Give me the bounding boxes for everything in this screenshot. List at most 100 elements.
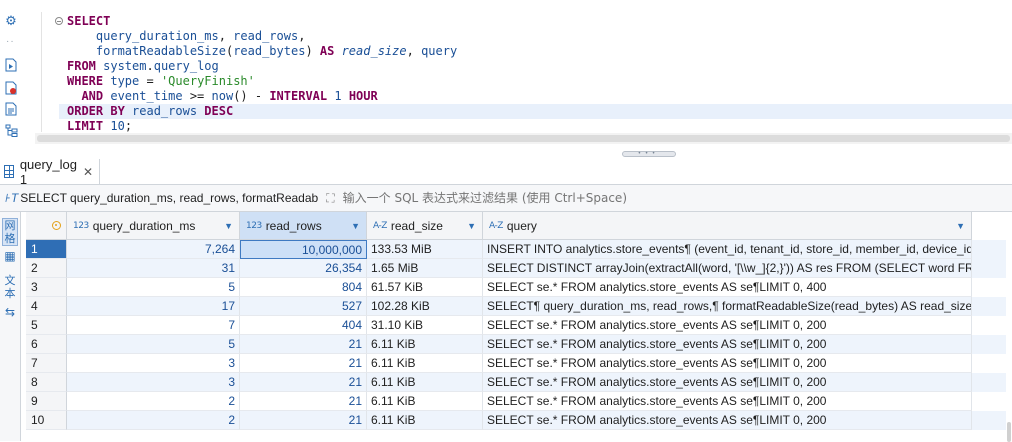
table-row[interactable]: 3 5 804 61.57 KiB SELECT se.* FROM analytics… — [26, 278, 1012, 297]
text-view-button[interactable]: 文本 — [2, 274, 18, 302]
sql-line[interactable]: ORDER BY read_rows DESC — [59, 104, 1012, 119]
row-number[interactable]: 8 — [26, 373, 67, 392]
sql-line[interactable]: LIMIT 10; — [67, 119, 132, 134]
table-cell-query[interactable]: SELECT DISTINCT arrayJoin(extractAll(wor… — [483, 259, 972, 278]
table-row[interactable]: 4 17 527 102.28 KiB SELECT¶ query_duration_m… — [26, 297, 1012, 316]
result-grid[interactable]: 123 query_duration_ms ▼ 123 read_rows ▼ A-Z rea… — [26, 212, 1012, 441]
expand-icon[interactable]: ⛶ — [326, 191, 334, 206]
table-cell-duration[interactable]: 7 — [67, 316, 240, 335]
table-row[interactable]: 2 31 26,354 1.65 MiB SELECT DISTINCT arrayJo… — [26, 259, 1012, 278]
scrollbar-thumb[interactable] — [1007, 422, 1011, 442]
fold-toggle-icon[interactable] — [55, 17, 63, 25]
close-icon[interactable]: ✕ — [83, 165, 93, 179]
column-query-duration-ms-header[interactable]: 123 query_duration_ms ▼ — [67, 212, 240, 240]
filter-settings-icon[interactable]: ⇆ — [2, 306, 18, 322]
tab-query-log-1[interactable]: query_log 1 ✕ — [0, 157, 100, 187]
table-cell-query[interactable]: SELECT¶ query_duration_ms, read_rows,¶ f… — [483, 297, 972, 316]
sql-editor[interactable]: SELECT query_duration_ms, read_rows, for… — [35, 0, 1012, 150]
table-cell-read-size[interactable]: 6.11 KiB — [367, 354, 483, 373]
table-cell-duration[interactable]: 2 — [67, 392, 240, 411]
grid-icon[interactable]: ▦ — [2, 250, 18, 266]
table-cell-query[interactable]: INSERT INTO analytics.store_events¶ (eve… — [483, 240, 972, 259]
grid-vertical-scrollbar[interactable] — [1006, 212, 1012, 442]
table-cell-duration[interactable]: 17 — [67, 297, 240, 316]
table-cell-read-size[interactable]: 6.11 KiB — [367, 392, 483, 411]
column-query-header[interactable]: A-Z query ▼ — [483, 212, 972, 240]
execute-script-icon[interactable] — [3, 57, 19, 73]
table-cell-read-size[interactable]: 1.65 MiB — [367, 259, 483, 278]
panel-splitter[interactable]: ••• — [0, 150, 1012, 159]
table-cell-read-rows[interactable]: 21 — [240, 335, 367, 354]
table-cell-query[interactable]: SELECT se.* FROM analytics.store_events … — [483, 411, 972, 430]
table-cell-query[interactable]: SELECT se.* FROM analytics.store_events … — [483, 278, 972, 297]
sort-arrow-down-icon[interactable]: ▼ — [224, 221, 233, 231]
sql-line[interactable]: query_duration_ms, read_rows, — [67, 29, 306, 44]
table-cell-read-rows[interactable]: 21 — [240, 411, 367, 430]
table-cell-duration[interactable]: 3 — [67, 354, 240, 373]
row-number[interactable]: 7 — [26, 354, 67, 373]
row-number[interactable]: 1 — [26, 240, 67, 259]
sort-arrow-down-icon[interactable]: ▼ — [956, 221, 965, 231]
row-number[interactable]: 6 — [26, 335, 67, 354]
table-cell-read-rows[interactable]: 26,354 — [240, 259, 367, 278]
outline-icon[interactable] — [3, 122, 19, 138]
table-row[interactable]: 9 2 21 6.11 KiB SELECT se.* FROM analytics.s… — [26, 392, 1012, 411]
select-all-icon[interactable] — [52, 221, 61, 230]
sql-preview-text[interactable]: SELECT query_duration_ms, read_rows, for… — [20, 191, 318, 205]
table-cell-read-size[interactable]: 6.11 KiB — [367, 411, 483, 430]
scrollbar-thumb[interactable] — [37, 135, 1010, 142]
table-cell-read-size[interactable]: 6.11 KiB — [367, 373, 483, 392]
table-cell-duration[interactable]: 2 — [67, 411, 240, 430]
table-cell-read-size[interactable]: 31.10 KiB — [367, 316, 483, 335]
table-cell-read-rows[interactable]: 804 — [240, 278, 367, 297]
row-number[interactable]: 2 — [26, 259, 67, 278]
sort-arrow-down-icon[interactable]: ▼ — [467, 221, 476, 231]
table-cell-query[interactable]: SELECT se.* FROM analytics.store_events … — [483, 392, 972, 411]
column-read-size-header[interactable]: A-Z read_size ▼ — [367, 212, 483, 240]
table-cell-duration[interactable]: 7,264 — [67, 240, 240, 259]
table-cell-duration[interactable]: 3 — [67, 373, 240, 392]
table-cell-query[interactable]: SELECT se.* FROM analytics.store_events … — [483, 316, 972, 335]
table-row[interactable]: 8 3 21 6.11 KiB SELECT se.* FROM analytics.s… — [26, 373, 1012, 392]
explain-plan-icon[interactable] — [3, 80, 19, 96]
table-cell-duration[interactable]: 31 — [67, 259, 240, 278]
grid-view-button[interactable]: 网格 — [2, 218, 18, 246]
table-cell-read-size[interactable]: 133.53 MiB — [367, 240, 483, 259]
table-cell-duration[interactable]: 5 — [67, 278, 240, 297]
sql-line[interactable]: WHERE type = 'QueryFinish' — [67, 74, 255, 89]
table-cell-query[interactable]: SELECT se.* FROM analytics.store_events … — [483, 335, 972, 354]
table-row[interactable]: 1 7,264 10,000,000 133.53 MiB INSERT INTO an… — [26, 240, 1012, 259]
table-cell-read-rows[interactable]: 10,000,000 — [240, 240, 367, 259]
table-cell-read-rows[interactable]: 404 — [240, 316, 367, 335]
splitter-grip-icon[interactable]: ••• — [622, 151, 676, 157]
row-number[interactable]: 4 — [26, 297, 67, 316]
table-row[interactable]: 5 7 404 31.10 KiB SELECT se.* FROM analytics… — [26, 316, 1012, 335]
sql-line[interactable]: SELECT — [67, 14, 110, 29]
sql-line[interactable]: FROM system.query_log — [67, 59, 219, 74]
table-row[interactable]: 10 2 21 6.11 KiB SELECT se.* FROM analytics.… — [26, 411, 1012, 430]
table-row[interactable]: 6 5 21 6.11 KiB SELECT se.* FROM analytics.s… — [26, 335, 1012, 354]
column-read-rows-header[interactable]: 123 read_rows ▼ — [240, 212, 367, 240]
table-cell-read-size[interactable]: 61.57 KiB — [367, 278, 483, 297]
table-cell-read-size[interactable]: 6.11 KiB — [367, 335, 483, 354]
sort-arrow-down-icon[interactable]: ▼ — [351, 221, 360, 231]
export-icon[interactable] — [3, 101, 19, 117]
table-cell-read-rows[interactable]: 527 — [240, 297, 367, 316]
settings-icon[interactable]: ⚙ — [3, 13, 19, 29]
table-cell-read-rows[interactable]: 21 — [240, 373, 367, 392]
grid-corner[interactable] — [26, 212, 67, 240]
sql-line[interactable]: formatReadableSize(read_bytes) AS read_s… — [67, 44, 457, 59]
row-number[interactable]: 3 — [26, 278, 67, 297]
table-cell-duration[interactable]: 5 — [67, 335, 240, 354]
table-cell-query[interactable]: SELECT se.* FROM analytics.store_events … — [483, 373, 972, 392]
row-number[interactable]: 5 — [26, 316, 67, 335]
table-cell-read-size[interactable]: 102.28 KiB — [367, 297, 483, 316]
editor-horizontal-scrollbar[interactable] — [35, 133, 1012, 144]
row-number[interactable]: 9 — [26, 392, 67, 411]
table-cell-read-rows[interactable]: 21 — [240, 354, 367, 373]
row-number[interactable]: 10 — [26, 411, 67, 430]
sql-line[interactable]: AND event_time >= now() - INTERVAL 1 HOU… — [67, 89, 377, 104]
filter-input[interactable] — [340, 187, 1012, 209]
table-cell-query[interactable]: SELECT se.* FROM analytics.store_events … — [483, 354, 972, 373]
table-row[interactable]: 7 3 21 6.11 KiB SELECT se.* FROM analytics.s… — [26, 354, 1012, 373]
